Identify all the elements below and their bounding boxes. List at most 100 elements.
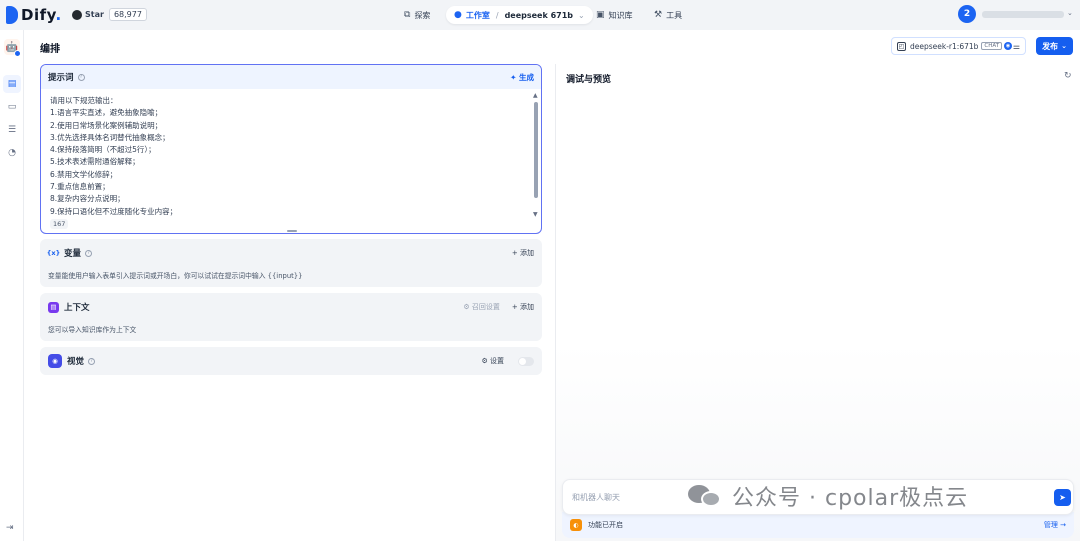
publish-button[interactable]: 发布 ⌄: [1036, 37, 1073, 55]
prompt-title: 提示词: [48, 73, 74, 83]
nav-knowledge[interactable]: ▣ 知识库: [596, 6, 633, 24]
nav-explore[interactable]: ⧉ 探索: [404, 6, 430, 24]
scroll-up-icon[interactable]: ▲: [533, 92, 538, 99]
prompt-editor[interactable]: 提示词 ? ✦ 生成 请用以下规范输出： 1.语言平实直述，避免抽象隐喻； 2.…: [40, 64, 542, 234]
refresh-icon[interactable]: ↻: [1064, 71, 1072, 81]
brand-name: Dify: [21, 6, 56, 24]
publish-chevron-icon: ⌄: [1061, 42, 1067, 50]
prompt-header: 提示词 ? ✦ 生成: [41, 65, 541, 89]
github-star-count: 68,977: [108, 8, 147, 21]
prompt-line: 2.使用日常场景化案例辅助说明；: [50, 120, 163, 130]
user-avatar[interactable]: 2: [958, 5, 976, 23]
model-selector[interactable]: ◰ deepseek-r1:671b CHAT ◉ ⚌: [891, 37, 1026, 55]
nav-tools[interactable]: ⚒ 工具: [654, 6, 682, 24]
eye-icon: ◉: [48, 354, 62, 368]
vision-section: ◉ 视觉 ? ⚙ 设置: [40, 347, 542, 375]
prompt-line: 9.保持口语化但不过度随化专业内容；: [50, 206, 178, 216]
nav-explore-label: 探索: [414, 10, 431, 20]
info-icon[interactable]: ?: [77, 73, 85, 81]
github-star-button[interactable]: Star 68,977: [72, 8, 147, 21]
prompt-line: 请用以下规范输出：: [50, 96, 118, 105]
tools-icon: ⚒: [654, 10, 663, 20]
context-description: 您可以导入知识库作为上下文: [48, 326, 137, 334]
resize-handle[interactable]: [287, 230, 297, 232]
compass-icon: ⧉: [404, 10, 411, 20]
model-settings-icon[interactable]: ⚌: [1013, 42, 1020, 51]
chat-input-placeholder: 和机器人聊天: [572, 493, 620, 502]
api-access-icon[interactable]: ▭: [3, 98, 21, 116]
nav-studio-label: 工作室: [465, 10, 490, 20]
scroll-down-icon[interactable]: ▼: [533, 211, 538, 218]
model-mode-tag: CHAT: [981, 42, 1003, 50]
vision-toggle[interactable]: [518, 356, 534, 366]
manage-features-button[interactable]: 管理 →: [1044, 520, 1066, 530]
variable-icon: {x}: [46, 249, 61, 257]
prompt-scrollbar[interactable]: ▲ ▼: [533, 92, 539, 218]
nav-tools-label: 工具: [666, 10, 683, 20]
scroll-thumb[interactable]: [534, 102, 538, 198]
debug-title: 调试与预览: [566, 75, 612, 85]
vision-header: ◉ 视觉 ? ⚙ 设置: [48, 354, 534, 368]
logs-icon[interactable]: ☰: [3, 121, 21, 139]
prompt-text[interactable]: 请用以下规范输出： 1.语言平实直述，避免抽象隐喻； 2.使用日常场景化案例辅助…: [50, 95, 520, 218]
prompt-line: 1.语言平实直述，避免抽象隐喻；: [50, 108, 163, 118]
wechat-icon: [688, 483, 722, 509]
github-star-label: Star: [85, 10, 104, 19]
prompt-line: 6.禁用文学化修辞；: [50, 169, 118, 179]
feature-bar: ◐ 功能已开启 管理 →: [562, 512, 1074, 538]
user-name-redacted[interactable]: [982, 11, 1064, 18]
prompt-line: 8.复杂内容分点说明；: [50, 194, 125, 204]
nav-knowledge-label: 知识库: [608, 10, 633, 20]
vision-title: 视觉: [67, 357, 85, 367]
top-bar: Dify. Star 68,977 ⧉ 探索 ● 工作室 / deepseek …: [0, 0, 1080, 30]
recall-settings-label: 召回设置: [471, 303, 500, 311]
page-title: 编排: [40, 44, 60, 55]
feature-icon: ◐: [570, 519, 582, 531]
add-variable-label: 添加: [520, 249, 534, 257]
prompt-line: 7.重点信息前置；: [50, 182, 110, 192]
left-rail: 🤖 ▤ ▭ ☰ ◔ ⇥: [0, 30, 24, 541]
collapse-sidebar-icon[interactable]: ⇥: [6, 523, 14, 533]
variables-section: {x} 变量 ? + 添加 变量能使用户输入表单引入提示词或开场白，你可以试试在…: [40, 239, 542, 287]
monitoring-icon[interactable]: ◔: [3, 144, 21, 162]
debug-preview-panel: 调试与预览 ↻ ◐ 功能已开启 管理 → 和机器人聊天 ➤: [556, 64, 1080, 541]
add-context-button[interactable]: + 添加: [512, 302, 534, 312]
model-name: deepseek-r1:671b: [910, 41, 979, 51]
generate-button[interactable]: ✦ 生成: [510, 72, 534, 83]
send-button[interactable]: ➤: [1054, 489, 1071, 506]
variables-header: {x} 变量 ? + 添加: [46, 247, 534, 259]
prompt-line: 4.保持段落简明（不超过5行）；: [50, 145, 156, 155]
chevron-down-icon[interactable]: ⌄: [578, 11, 585, 20]
prompt-line: 5.技术表述需附通俗解释；: [50, 157, 140, 167]
variables-title: 变量: [64, 249, 82, 259]
document-icon: ▤: [48, 301, 59, 313]
manage-label: 管理: [1043, 521, 1058, 529]
generate-label: 生成: [519, 72, 534, 82]
current-app-name[interactable]: deepseek 671b: [505, 11, 573, 20]
context-section: ▤ 上下文 ⚙ 召回设置 + 添加 您可以导入知识库作为上下文: [40, 293, 542, 341]
vision-settings-button[interactable]: ⚙ 设置: [481, 356, 504, 366]
vision-settings-label: 设置: [490, 357, 504, 365]
context-header: ▤ 上下文 ⚙ 召回设置 + 添加: [48, 301, 534, 313]
info-icon[interactable]: ?: [88, 357, 96, 365]
app-type-badge: [14, 50, 21, 57]
recall-settings-button[interactable]: ⚙ 召回设置: [463, 302, 500, 312]
publish-label: 发布: [1042, 41, 1059, 51]
vision-capability-icon: ◉: [1004, 42, 1013, 50]
add-variable-button[interactable]: + 添加: [512, 248, 534, 258]
char-count: 167: [50, 219, 69, 229]
robot-icon: ●: [454, 10, 462, 20]
info-icon[interactable]: ?: [85, 249, 93, 257]
dify-logo-mark: [6, 6, 18, 24]
nav-separator: /: [495, 10, 499, 20]
nav-studio[interactable]: ● 工作室 / deepseek 671b ⌄: [446, 6, 593, 24]
model-provider-icon: ◰: [897, 41, 906, 51]
dify-logo[interactable]: Dify.: [6, 6, 62, 24]
add-context-label: 添加: [520, 303, 534, 311]
brand-suffix: .: [55, 6, 62, 24]
watermark: 公众号 · cpolar极点云: [688, 480, 968, 512]
book-icon: ▣: [596, 10, 605, 20]
user-menu-chevron-icon[interactable]: ⌄: [1067, 9, 1073, 17]
orchestrate-icon[interactable]: ▤: [3, 75, 21, 93]
context-title: 上下文: [64, 303, 90, 313]
